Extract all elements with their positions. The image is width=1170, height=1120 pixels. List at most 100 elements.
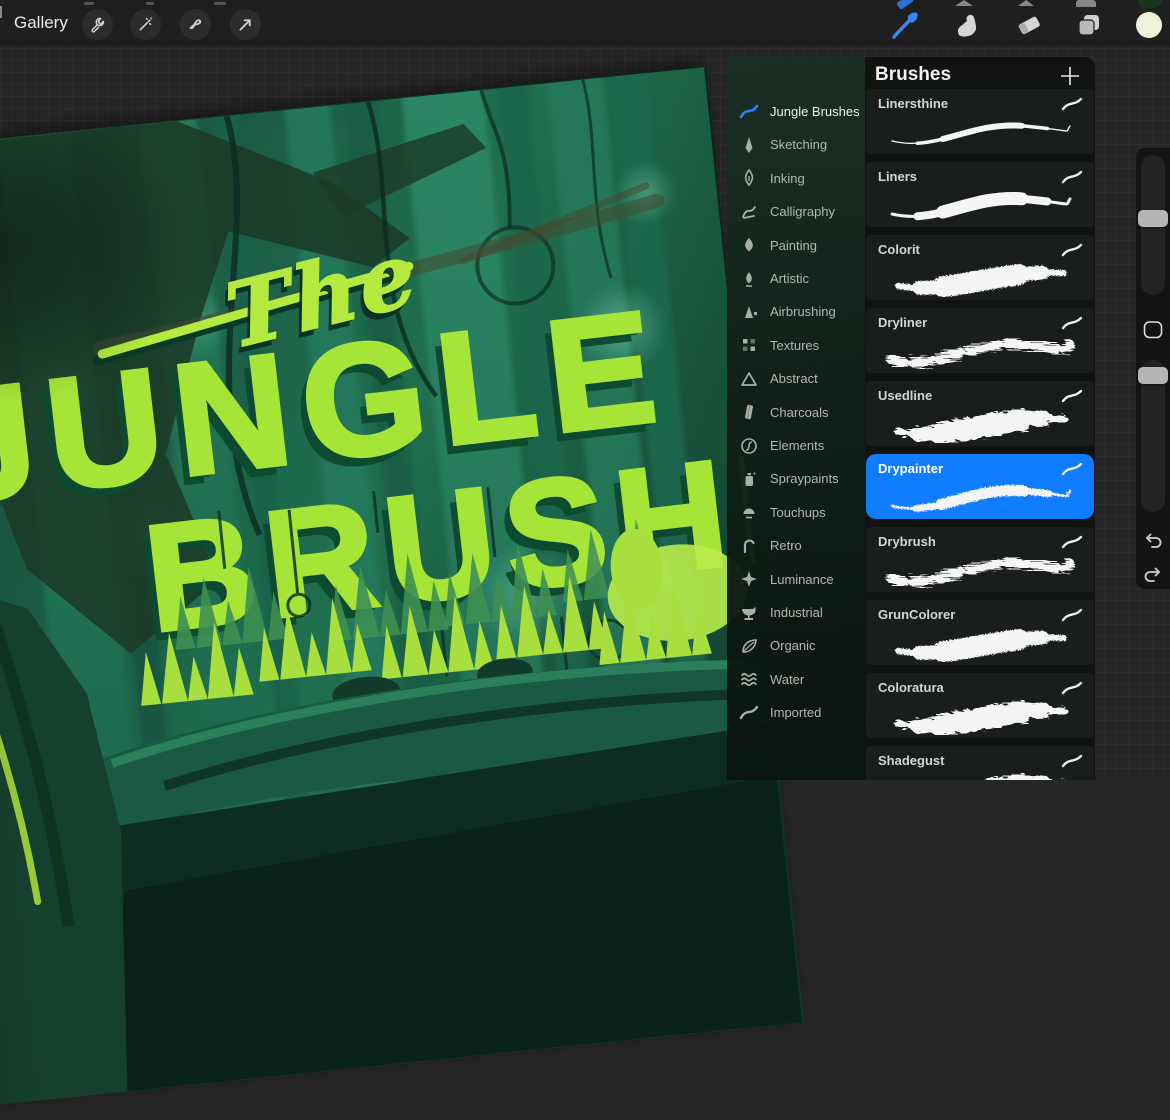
brush-size-thumb[interactable]	[1138, 210, 1168, 227]
pencil-icon	[739, 135, 759, 155]
sidebar-item-elements[interactable]: Elements	[727, 429, 865, 462]
paint-drop-icon	[739, 235, 759, 255]
brush-signature-icon	[1060, 316, 1084, 330]
brush-item-dryliner[interactable]: Dryliner	[866, 308, 1094, 373]
paint-tool-button[interactable]	[888, 8, 922, 42]
brush-signature-icon	[1060, 97, 1084, 111]
brush-stroke-preview	[878, 111, 1082, 151]
clipped-icon-artifact	[146, 2, 154, 5]
sidebar-item-water[interactable]: Water	[727, 663, 865, 696]
brush-stroke-preview	[878, 695, 1082, 735]
sidebar-item-retro[interactable]: Retro	[727, 529, 865, 562]
sidebar-item-painting[interactable]: Painting	[727, 229, 865, 262]
sidebar-item-spraypaints[interactable]: Spraypaints	[727, 462, 865, 495]
brush-signature-icon	[1060, 608, 1084, 622]
color-swatch-circle	[1134, 10, 1164, 40]
wrench-icon	[89, 16, 106, 33]
sidebar-item-textures[interactable]: Textures	[727, 329, 865, 362]
sidebar-item-inking[interactable]: Inking	[727, 162, 865, 195]
brush-item-liners[interactable]: Liners	[866, 162, 1094, 227]
transform-arrow-icon	[237, 16, 254, 33]
brush-item-coloratura[interactable]: Coloratura	[866, 673, 1094, 738]
clipped-icon-artifact	[1076, 0, 1096, 7]
brush-signature-icon	[1060, 243, 1084, 257]
sidebar-item-imported[interactable]: Imported	[727, 696, 865, 729]
retro-curl-icon	[739, 536, 759, 556]
sidebar-item-sketching[interactable]: Sketching	[727, 128, 865, 161]
brush-stroke-preview	[878, 476, 1082, 516]
eraser-tool-button[interactable]	[1012, 8, 1046, 42]
modify-button[interactable]	[1142, 320, 1164, 340]
brush-item-gruncolorer[interactable]: GrunColorer	[866, 600, 1094, 665]
leaf-icon	[739, 636, 759, 656]
sidebar-item-abstract[interactable]: Abstract	[727, 362, 865, 395]
brush-item-drybrush[interactable]: Drybrush	[866, 527, 1094, 592]
sidebar-item-organic[interactable]: Organic	[727, 629, 865, 662]
actions-button[interactable]	[82, 9, 113, 40]
brush-opacity-thumb[interactable]	[1138, 367, 1168, 384]
plus-icon	[1057, 63, 1083, 89]
sidebar-item-charcoals[interactable]: Charcoals	[727, 396, 865, 429]
sidebar-item-industrial[interactable]: Industrial	[727, 596, 865, 629]
brush-stroke-preview	[878, 330, 1082, 370]
imported-swoosh-icon	[739, 703, 759, 723]
drawing-canvas[interactable]: The JUNGLE BRUSHES	[0, 66, 804, 1120]
add-brush-button[interactable]	[1057, 63, 1083, 89]
brush-signature-icon	[1060, 170, 1084, 184]
brush-signature-icon	[1060, 535, 1084, 549]
brush-item-colorit[interactable]: Colorit	[866, 235, 1094, 300]
side-control-bar	[1136, 148, 1170, 589]
charcoal-stick-icon	[739, 402, 759, 422]
brush-signature-icon	[1060, 681, 1084, 695]
brush-item-drypainter[interactable]: Drypainter	[866, 454, 1094, 519]
sidebar-item-luminance[interactable]: Luminance	[727, 563, 865, 596]
sidebar-item-airbrushing[interactable]: Airbrushing	[727, 295, 865, 328]
clipped-icon-artifact	[1138, 0, 1162, 8]
top-toolbar: Gallery	[0, 0, 1170, 47]
layers-button[interactable]	[1072, 8, 1106, 42]
brush-signature-icon	[1060, 243, 1084, 257]
triangle-icon	[739, 369, 759, 389]
brush-signature-icon	[1060, 535, 1084, 549]
brush-signature-icon	[1060, 97, 1084, 111]
brush-signature-icon	[1060, 754, 1084, 768]
panel-title: Brushes	[875, 64, 951, 86]
adjustments-button[interactable]	[130, 9, 161, 40]
clipped-icon-artifact	[1018, 0, 1034, 6]
pen-nib-icon	[739, 168, 759, 188]
spray-can-icon	[739, 469, 759, 489]
waves-icon	[739, 669, 759, 689]
brush-signature-icon	[1060, 462, 1084, 476]
transform-button[interactable]	[230, 9, 261, 40]
texture-dots-icon	[739, 335, 759, 355]
sidebar-item-touchups[interactable]: Touchups	[727, 496, 865, 529]
clipped-icon-artifact	[214, 2, 226, 5]
brushes-panel: Brushes Jungle BrushesSketchingInkingCal…	[727, 57, 1095, 780]
redo-arrow-icon	[1142, 564, 1164, 586]
brush-signature-icon	[1060, 462, 1084, 476]
selection-button[interactable]	[180, 9, 211, 40]
touchup-dome-icon	[739, 502, 759, 522]
gallery-button[interactable]: Gallery	[14, 13, 68, 33]
brush-item-linersthine[interactable]: Linersthine	[866, 89, 1094, 154]
color-button[interactable]	[1132, 8, 1166, 42]
anvil-icon	[739, 603, 759, 623]
brush-signature-icon	[1060, 170, 1084, 184]
brush-signature-icon	[1060, 316, 1084, 330]
brush-item-shadegust[interactable]: Shadegust	[866, 746, 1094, 780]
redo-button[interactable]	[1142, 564, 1164, 586]
brush-swoosh-icon	[739, 102, 759, 122]
brush-signature-icon	[1060, 681, 1084, 695]
sidebar-item-jungle-brushes[interactable]: Jungle Brushes	[727, 95, 865, 128]
brush-stroke-preview	[878, 768, 1082, 780]
sidebar-item-artistic[interactable]: Artistic	[727, 262, 865, 295]
undo-button[interactable]	[1142, 530, 1164, 552]
brush-stroke-preview	[878, 184, 1082, 224]
selection-ribbon-icon	[187, 16, 204, 33]
undo-arrow-icon	[1142, 530, 1164, 552]
smudge-tool-button[interactable]	[950, 8, 984, 42]
brush-item-usedline[interactable]: Usedline	[866, 381, 1094, 446]
brush-signature-icon	[1060, 608, 1084, 622]
sidebar-item-calligraphy[interactable]: Calligraphy	[727, 195, 865, 228]
brush-signature-icon	[1060, 389, 1084, 403]
